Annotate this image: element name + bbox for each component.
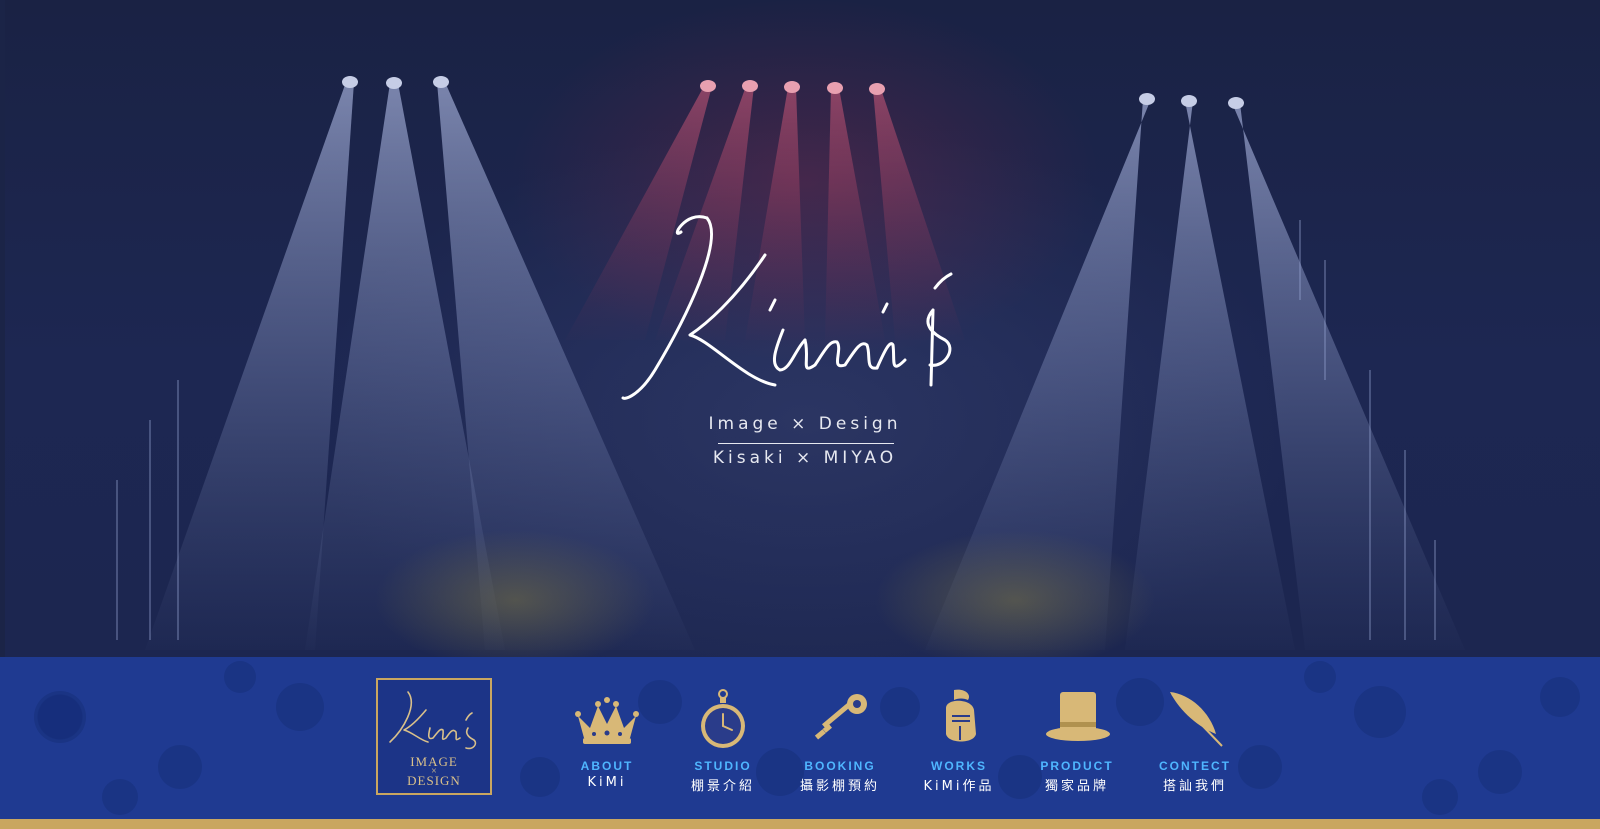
crown-icon — [575, 697, 639, 744]
key-icon — [814, 694, 867, 740]
nav-item-contact[interactable]: CONTECT 搭訕我們 — [1140, 688, 1250, 798]
nav-label-en: BOOKING — [804, 759, 876, 773]
red-spotlight-lamps — [700, 80, 885, 95]
floor-light-glow — [875, 530, 1155, 657]
nav-label-en: CONTECT — [1159, 759, 1231, 773]
quill-feather-icon — [1170, 692, 1223, 747]
spotlight-beam — [1125, 101, 1295, 650]
nav-item-studio[interactable]: STUDIO 棚景介紹 — [668, 688, 778, 798]
hero-tagline-secondary: Kisaki × MIYAO — [712, 448, 898, 468]
nav-item-booking[interactable]: BOOKING 攝影棚預約 — [785, 688, 895, 798]
tagline-divider — [718, 443, 894, 444]
hero-logo: Image × Design Kisaki × MIYAO — [615, 200, 995, 470]
nav-item-works[interactable]: WORKS KiMi作品 — [904, 688, 1014, 798]
brand-signature-logo — [389, 691, 477, 750]
nav-label-en: STUDIO — [694, 759, 752, 773]
brand-sub-design: DESIGN — [407, 773, 461, 788]
pocket-watch-icon — [701, 689, 745, 748]
nav-label-en: WORKS — [931, 759, 987, 773]
hero-tagline-primary: Image × Design — [708, 414, 902, 434]
footer-gold-line — [0, 819, 1600, 829]
nav-label-zh: 棚景介紹 — [690, 779, 755, 794]
nav-label-zh: KiMi作品 — [923, 779, 995, 794]
knight-helmet-icon — [946, 689, 976, 742]
top-hat-icon — [1046, 692, 1110, 741]
hero-stage: Image × Design Kisaki × MIYAO — [5, 0, 1600, 657]
nav-label-en: ABOUT — [580, 759, 634, 773]
kimis-signature-logo — [621, 215, 953, 400]
nav-label-en: PRODUCT — [1040, 759, 1114, 773]
nav-item-about[interactable]: ABOUT KiMi — [552, 688, 662, 798]
nav-label-zh: KiMi — [587, 775, 627, 790]
nav-label-zh: 攝影棚預約 — [799, 779, 880, 794]
nav-label-zh: 搭訕我們 — [1162, 779, 1227, 794]
nav-item-product[interactable]: PRODUCT 獨家品牌 — [1022, 688, 1132, 798]
brand-logo-box[interactable]: IMAGE × DESIGN — [376, 678, 492, 795]
nav-label-zh: 獨家品牌 — [1044, 779, 1109, 794]
